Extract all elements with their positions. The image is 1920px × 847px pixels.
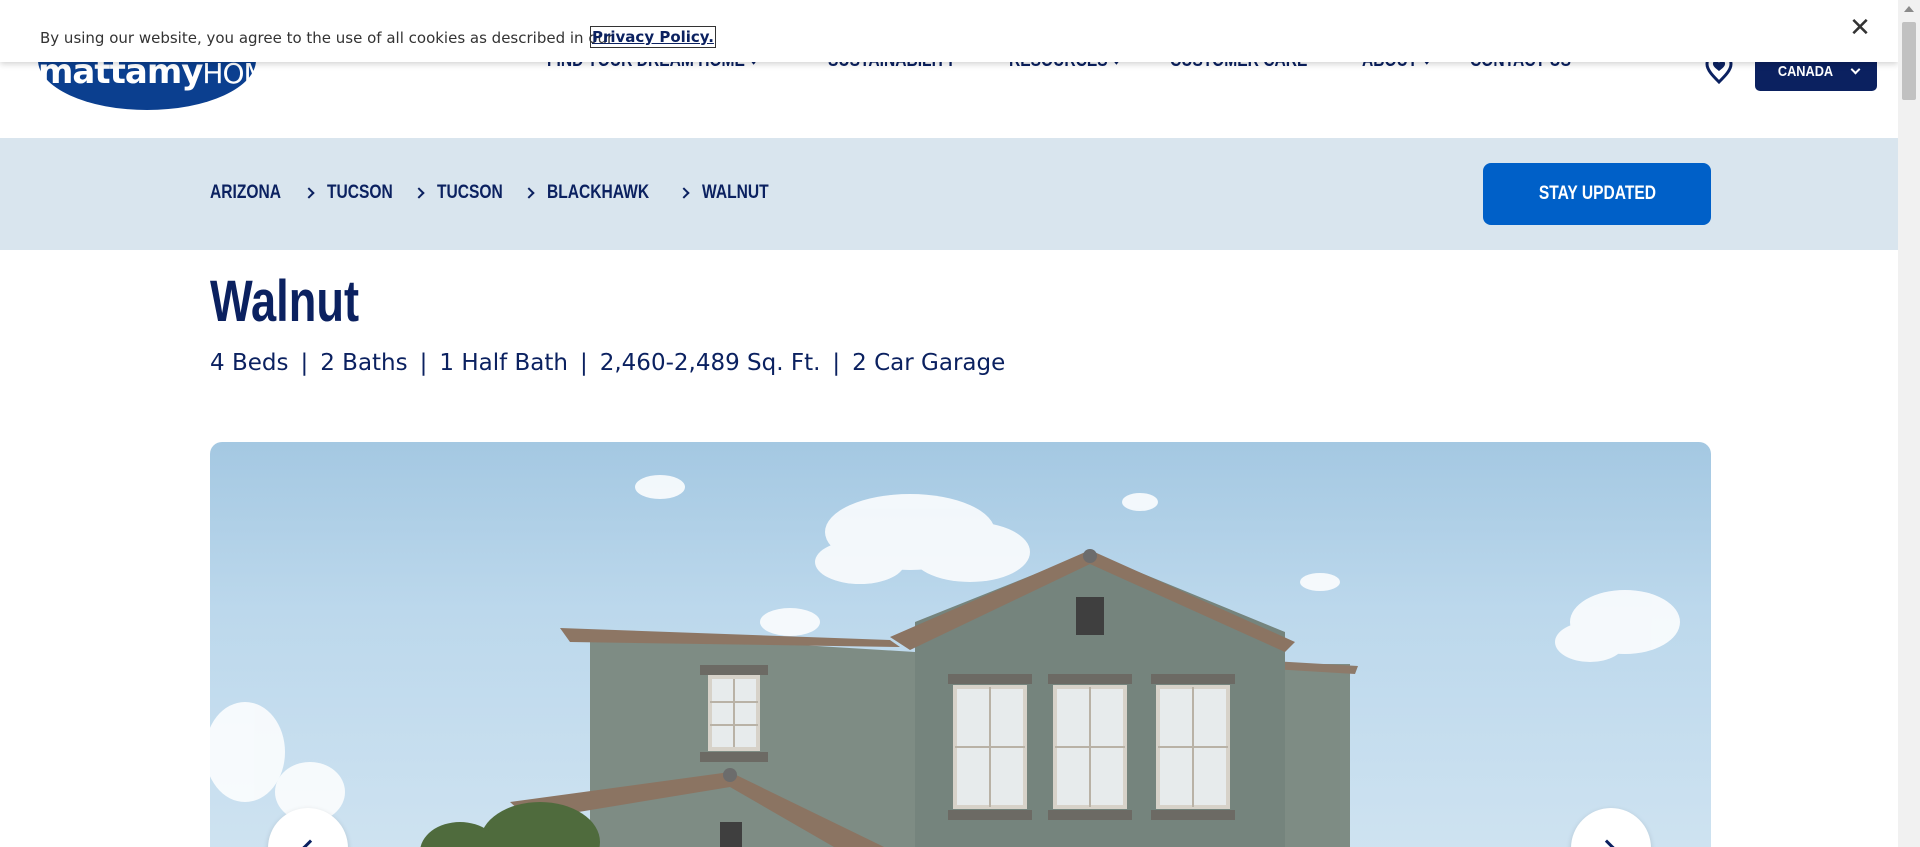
chevron-right-icon (677, 187, 690, 199)
chevron-left-icon (301, 839, 319, 847)
spec-separator: | (300, 350, 309, 376)
home-image-carousel (210, 442, 1711, 847)
page-scrollbar[interactable] (1898, 0, 1920, 847)
spec-separator: | (419, 350, 428, 376)
stay-updated-button[interactable]: STAY UPDATED (1483, 163, 1711, 225)
chevron-right-icon (302, 187, 315, 199)
country-label: CANADA (1777, 63, 1834, 80)
breadcrumb-tucson-region[interactable]: TUCSON (327, 182, 393, 204)
chevron-right-icon (1598, 839, 1616, 847)
stay-updated-label: STAY UPDATED (1538, 183, 1656, 204)
close-icon[interactable]: ✕ (1845, 14, 1875, 44)
breadcrumb-blackhawk[interactable]: BLACKHAWK (547, 182, 649, 204)
breadcrumb-tucson-city[interactable]: TUCSON (437, 182, 503, 204)
spec-separator: | (579, 350, 588, 376)
spec-separator: | (832, 350, 841, 376)
chevron-right-icon (413, 187, 425, 199)
breadcrumb-walnut: WALNUT (701, 182, 769, 203)
spec-beds: 4 Beds (210, 350, 289, 376)
page-title: Walnut (210, 269, 360, 334)
spec-sqft: 2,460-2,489 Sq. Ft. (599, 350, 821, 376)
breadcrumb-bar: ARIZONA TUCSON TUCSON BLACKHAWK WALNUT S… (0, 138, 1898, 250)
privacy-policy-link[interactable]: Privacy Policy. (590, 26, 716, 48)
spec-baths: 2 Baths (320, 350, 408, 376)
breadcrumb-arizona[interactable]: ARIZONA (210, 182, 281, 204)
chevron-down-icon (1850, 64, 1861, 75)
spec-garage: 2 Car Garage (852, 350, 1006, 376)
breadcrumb: ARIZONA TUCSON TUCSON BLACKHAWK WALNUT (210, 182, 783, 204)
scroll-up-arrow-icon[interactable] (1904, 6, 1914, 12)
cookie-text: By using our website, you agree to the u… (40, 29, 614, 47)
spec-half-bath: 1 Half Bath (439, 350, 568, 376)
chevron-right-icon (523, 187, 535, 199)
scrollbar-thumb[interactable] (1902, 22, 1916, 100)
home-specs: 4 Beds | 2 Baths | 1 Half Bath | 2,460-2… (210, 350, 1005, 376)
cookie-banner: By using our website, you agree to the u… (0, 0, 1898, 62)
house-rendering-image (210, 475, 1680, 847)
